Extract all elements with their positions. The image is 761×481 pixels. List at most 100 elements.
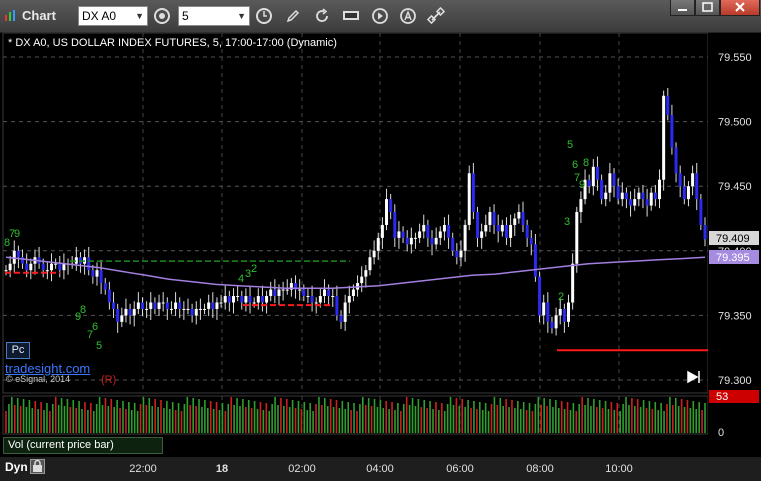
text-icon[interactable] [398,6,418,26]
template-icon[interactable] [341,6,361,26]
symbol-input[interactable]: DX A0 ▼ [78,6,148,26]
candle-down [616,186,620,200]
candle-up [686,186,690,200]
candle-down [140,302,144,309]
maximize-button[interactable] [695,0,720,16]
clock-icon[interactable] [254,6,274,26]
time-axis-label: 06:00 [446,463,474,475]
symbol-value: DX A0 [82,9,117,23]
candle-up [554,315,558,329]
window-title: Chart [22,8,56,23]
candle-up [467,173,471,225]
time-axis-label: 08:00 [526,463,554,475]
volume-tag: 53 [716,391,728,403]
pc-button[interactable]: Pc [6,342,30,359]
candle-up [223,296,227,303]
candle-down [492,212,496,225]
last-price-tag: 79.409 [716,233,750,245]
candle-up [149,302,153,309]
candle-up [422,224,426,232]
candle-down [629,199,633,206]
pencil-icon[interactable] [283,6,303,26]
candle-down [521,212,525,225]
candle-up [236,296,240,298]
candle-down [393,212,397,238]
close-button[interactable] [720,0,760,16]
setup-number: 5 [96,340,102,352]
candle-down [240,296,244,303]
interval-input[interactable]: 5 ▼ [178,6,250,26]
candle-up [252,302,256,304]
dynamic-mode-label: Dyn [5,460,28,474]
setup-number: 5 [567,139,573,151]
minimize-button[interactable] [670,0,695,16]
lock-icon[interactable] [30,459,45,474]
candle-down [476,212,480,238]
play-icon[interactable] [370,6,390,26]
candle-up [463,224,467,251]
candle-down [533,244,537,277]
candle-up [145,308,149,310]
candle-up [567,302,571,322]
time-axis-label: 02:00 [288,463,316,475]
setup-number: 4 [238,273,244,285]
link-icon[interactable] [426,6,446,26]
chevron-down-icon[interactable]: ▼ [237,7,246,25]
candle-up [604,192,608,200]
candle-up [54,263,58,265]
candle-up [194,308,198,316]
candle-up [658,179,662,200]
candle-down [674,147,678,174]
price-tick-label: 79.300 [718,375,752,387]
candle-up [484,224,488,232]
candle-down [327,289,331,297]
candle-up [182,308,186,310]
symbol-settings-icon[interactable] [152,6,172,26]
price-tick-label: 79.500 [718,117,752,129]
candle-up [438,231,442,238]
candle-up [169,308,173,310]
setup-number: 8 [80,304,86,316]
volume-pane-title: Vol (current price bar) [3,437,163,454]
candle-down [587,179,591,187]
candle-down [624,192,628,200]
candle-down [504,224,508,238]
time-axis-label: 22:00 [129,463,157,475]
refresh-icon[interactable] [312,6,332,26]
candle-up [4,270,8,272]
candle-down [703,224,707,240]
candle-down [529,237,533,245]
candle-up [256,296,260,303]
r-marker: (R) [101,374,117,386]
candle-up [409,237,413,245]
candle-up [608,173,612,193]
candle-down [165,302,169,309]
time-axis-label: 10:00 [605,463,633,475]
candle-up [285,289,289,291]
candle-up [265,296,269,303]
candle-down [670,115,674,148]
chart-app-icon [5,10,15,21]
candle-up [29,263,33,271]
candle-down [389,199,393,213]
candle-up [558,308,562,316]
candle-up [364,270,368,277]
candle-down [426,224,430,238]
candle-down [653,192,657,200]
candle-up [8,263,12,271]
candle-down [310,296,314,303]
candle-up [219,302,223,304]
candle-down [58,263,62,271]
candle-down [339,315,343,322]
candle-down [103,283,107,290]
volume-zero-label: 0 [718,427,724,439]
candle-up [269,289,273,297]
copyright-text: © eSignal, 2014 [6,374,71,384]
chevron-down-icon[interactable]: ▼ [135,7,144,25]
candle-up [620,192,624,200]
price-chart[interactable]: 79.55079.50079.45079.40079.35079.30022:0… [0,32,761,481]
ma-price-tag: 79.395 [716,252,750,264]
candle-up [513,218,517,225]
candle-up [575,212,579,264]
candle-down [496,224,500,232]
